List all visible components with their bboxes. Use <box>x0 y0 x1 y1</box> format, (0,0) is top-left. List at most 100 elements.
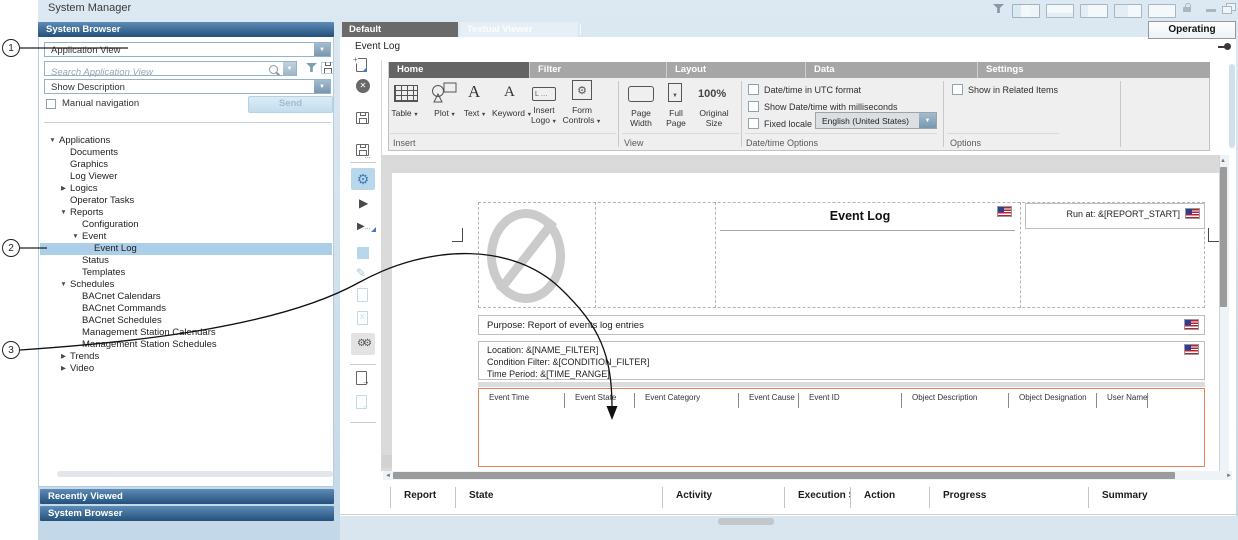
scroll-left-icon[interactable]: ◄ <box>385 472 391 480</box>
tree-item[interactable]: BACnet Calendars <box>40 291 332 303</box>
insert-logo-button-icon[interactable]: L … <box>532 87 556 101</box>
search-input[interactable] <box>45 66 296 79</box>
purpose-box[interactable]: Purpose: Report of events log entries <box>478 315 1205 335</box>
tree-expander-icon[interactable] <box>57 363 70 375</box>
tree-item[interactable]: Logics <box>40 183 332 195</box>
export-excel-icon[interactable]: X <box>357 311 368 325</box>
ribbon-tab[interactable]: Settings <box>977 62 1023 78</box>
tree-item[interactable]: Management Station Calendars <box>40 327 332 339</box>
page-width-button-icon[interactable] <box>628 86 654 102</box>
minimize-icon[interactable] <box>1206 9 1216 12</box>
original-size-button[interactable]: Original Size <box>694 109 734 128</box>
save-icon[interactable] <box>356 112 369 124</box>
description-selector-dropdown[interactable]: Show Description ▼ <box>44 79 331 94</box>
tree-item[interactable]: Event Log <box>40 243 332 255</box>
event-table-column[interactable]: Event Cause <box>739 393 799 408</box>
ribbon-tab[interactable]: Filter <box>529 62 666 78</box>
send-button[interactable]: Send <box>248 96 333 113</box>
text-button-icon[interactable]: A <box>468 82 480 102</box>
language-flag-icon[interactable] <box>1185 320 1198 329</box>
event-table-column[interactable]: User Name <box>1097 393 1148 408</box>
form-controls-button[interactable]: Form Controls <box>560 106 604 127</box>
run-report-icon[interactable]: ▶ <box>359 196 368 210</box>
view-selector-dropdown[interactable]: Application View ▼ <box>44 42 331 57</box>
milliseconds-checkbox[interactable] <box>748 101 759 112</box>
event-table[interactable]: Event TimeEvent StateEvent CategoryEvent… <box>478 388 1205 467</box>
tree-item[interactable]: BACnet Commands <box>40 303 332 315</box>
related-items-checkbox[interactable] <box>952 84 963 95</box>
copy-settings-icon[interactable]: ⚙⚙ <box>351 333 375 355</box>
plot-button[interactable]: Plot <box>430 109 460 121</box>
report-settings-gear-icon[interactable]: ⚙ <box>351 168 375 190</box>
plot-button-icon[interactable] <box>430 82 458 104</box>
tree-item[interactable]: Status <box>40 255 332 267</box>
tree-item[interactable]: Trends <box>40 351 332 363</box>
language-flag-icon[interactable] <box>1185 345 1198 354</box>
task-bar-column[interactable]: State <box>455 487 662 508</box>
insert-logo-button[interactable]: Insert Logo <box>526 106 562 127</box>
task-bar-column[interactable]: Activity <box>662 487 784 508</box>
system-browser-header[interactable]: System Browser <box>38 22 334 37</box>
save-filter-icon[interactable] <box>321 62 334 74</box>
export-definition-icon[interactable]: → <box>356 371 367 385</box>
full-page-button-icon[interactable]: ▼ <box>668 83 682 102</box>
event-table-column[interactable]: Event State <box>565 393 635 408</box>
event-table-column[interactable]: Event ID <box>799 393 902 408</box>
export-pdf-icon[interactable] <box>357 288 368 302</box>
table-button-icon[interactable] <box>394 85 418 102</box>
search-field[interactable]: ▼ <box>44 61 297 76</box>
panel-bar[interactable]: Recently Viewed <box>40 489 334 504</box>
chevron-down-icon[interactable]: ▼ <box>314 80 330 93</box>
tree-item[interactable]: Reports <box>40 207 332 219</box>
search-chevron-icon[interactable]: ▼ <box>283 62 296 75</box>
tree-expander-icon[interactable] <box>57 207 70 219</box>
import-definition-icon[interactable]: ← <box>356 395 367 409</box>
full-page-button[interactable]: Full Page <box>660 109 692 128</box>
utc-format-checkbox[interactable] <box>748 84 759 95</box>
tree-item[interactable]: Templates <box>40 267 332 279</box>
ribbon-tab[interactable]: Data <box>805 62 977 78</box>
chevron-down-icon[interactable]: ▼ <box>314 43 330 56</box>
tree-item[interactable]: Management Station Schedules <box>40 339 332 351</box>
scroll-up-icon[interactable]: ▲ <box>1220 157 1226 165</box>
panel-bar[interactable]: System Browser <box>40 506 334 521</box>
task-bar-column[interactable]: Execution Start <box>784 487 850 508</box>
chevron-down-icon[interactable]: ▼ <box>919 113 936 128</box>
tree-item[interactable]: Operator Tasks <box>40 195 332 207</box>
tree-expander-icon[interactable] <box>57 183 70 195</box>
layout-three-pane-icon[interactable] <box>1012 4 1040 18</box>
keyword-button-icon[interactable]: A <box>504 84 515 101</box>
tree-item[interactable]: Video <box>40 363 332 375</box>
tree-item[interactable]: Event <box>40 231 332 243</box>
event-table-column[interactable]: Object Designation <box>1009 393 1097 408</box>
ribbon-tab[interactable]: Home <box>388 62 529 78</box>
edit-pen-icon[interactable]: ✎ <box>356 266 366 280</box>
form-controls-button-icon[interactable]: ⚙ <box>572 80 592 100</box>
scroll-right-icon[interactable]: ► <box>1226 472 1232 480</box>
tree-item[interactable]: Schedules <box>40 279 332 291</box>
tree-expander-icon[interactable] <box>46 135 59 147</box>
ribbon-scrollbar[interactable] <box>1229 64 1235 148</box>
event-table-column[interactable]: Event Time <box>479 393 565 408</box>
layout-single-pane-icon[interactable] <box>1148 4 1176 18</box>
language-flag-icon[interactable] <box>1186 209 1199 218</box>
page-width-button[interactable]: Page Width <box>622 109 660 128</box>
tree-expander-icon[interactable] <box>69 231 82 243</box>
text-button[interactable]: Text <box>460 109 490 121</box>
tab-textual-viewer[interactable]: Textual Viewer <box>460 22 578 37</box>
manual-navigation-checkbox[interactable] <box>46 99 56 109</box>
tree-expander-icon[interactable] <box>57 279 70 291</box>
pin-icon[interactable] <box>1224 43 1231 50</box>
filter-box[interactable]: Location: &[NAME_FILTER]Condition Filter… <box>478 341 1205 380</box>
table-button[interactable]: Table <box>386 109 424 121</box>
tree-item[interactable]: Configuration <box>40 219 332 231</box>
language-flag-icon[interactable] <box>998 207 1011 216</box>
event-table-column[interactable]: Event Category <box>635 393 739 408</box>
tree-expander-icon[interactable] <box>57 351 70 363</box>
task-bar-column[interactable]: Summary <box>1088 487 1148 508</box>
layout-bottom-pane-icon[interactable] <box>1046 4 1074 18</box>
tree-item[interactable]: BACnet Schedules <box>40 315 332 327</box>
layout-left-pane-icon[interactable] <box>1080 4 1108 18</box>
splitter-handle[interactable] <box>718 518 774 525</box>
tree-item[interactable]: Documents <box>40 147 332 159</box>
